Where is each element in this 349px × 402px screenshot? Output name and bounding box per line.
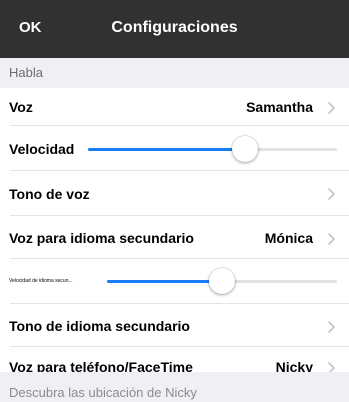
pitch-row[interactable]: Tono de voz [0, 171, 349, 216]
voice-label: Voz [9, 99, 33, 115]
rate-slider-fill [88, 148, 245, 151]
secondary-rate-row: Velocidad de idioma secun... [0, 259, 349, 304]
chevron-right-icon [328, 188, 335, 200]
secondary-rate-slider-fill [107, 280, 222, 283]
chevron-right-icon [328, 102, 335, 114]
chevron-right-icon [328, 321, 335, 333]
section-header-find-location-label: Descubra las ubicación de Nicky [9, 385, 197, 400]
secondary-voice-value: Mónica [264, 230, 313, 246]
secondary-pitch-label: Tono de idioma secundario [9, 318, 190, 334]
pitch-label: Tono de voz [9, 186, 90, 202]
page-title: Configuraciones [111, 19, 238, 36]
rate-slider[interactable] [88, 148, 337, 151]
chevron-right-icon [328, 233, 335, 245]
voice-row[interactable]: Voz Samantha [0, 88, 349, 126]
section-header-speech: Habla [0, 58, 349, 88]
rate-slider-thumb[interactable] [231, 136, 258, 162]
navigation-bar: OK Configuraciones [0, 0, 349, 58]
secondary-rate-label: Velocidad de idioma secun... [9, 278, 73, 284]
secondary-voice-row[interactable]: Voz para idioma secundario Mónica [0, 216, 349, 259]
rate-row: Velocidad [0, 126, 349, 171]
section-header-find-location: Descubra las ubicación de Nicky [0, 372, 349, 402]
secondary-voice-label: Voz para idioma secundario [9, 230, 194, 246]
secondary-rate-slider-thumb[interactable] [209, 268, 235, 294]
secondary-pitch-row[interactable]: Tono de idioma secundario [0, 304, 349, 347]
rate-label: Velocidad [9, 141, 75, 157]
voice-value: Samantha [246, 99, 313, 115]
